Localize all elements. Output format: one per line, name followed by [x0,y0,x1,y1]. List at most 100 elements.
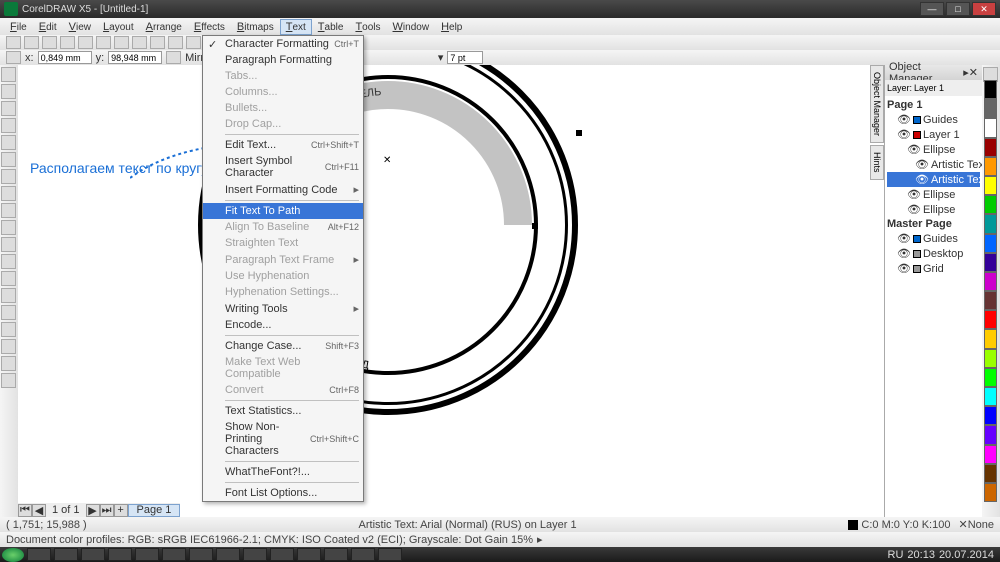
color-swatch[interactable] [984,214,997,233]
object-manager-tab[interactable]: Object Manager [870,65,884,143]
tree-node[interactable]: 👁Ellipse [887,202,980,217]
menu-view[interactable]: View [63,19,97,35]
canvas[interactable]: millimeters Й ПРЕДПРИНИМАТЕЛЬ ГОРОД НИЖН… [18,65,982,517]
menu-effects[interactable]: Effects [188,19,231,35]
taskbar-item[interactable] [351,548,375,561]
connector-tool[interactable] [1,288,16,303]
copy-icon[interactable] [96,36,111,49]
minimize-button[interactable]: — [920,2,944,16]
open-icon[interactable] [24,36,39,49]
x-input[interactable] [38,51,92,64]
color-swatch[interactable] [984,234,997,253]
redo-icon[interactable] [150,36,165,49]
selection-handle[interactable] [576,130,582,136]
menu-item-text-statistics-[interactable]: Text Statistics... [203,403,363,419]
undo-icon[interactable] [132,36,147,49]
tree-node[interactable]: 👁Layer 1 [887,127,980,142]
tree-node[interactable]: 👁Artistic Text: Ari [887,157,980,172]
selection-handle[interactable] [532,223,538,229]
shape-tool[interactable] [1,84,16,99]
color-swatch[interactable] [984,329,997,348]
next-page-button[interactable]: ▶ [86,504,100,517]
color-swatch[interactable] [984,80,997,99]
color-swatch[interactable] [984,118,997,137]
start-button[interactable] [2,548,24,562]
menu-item-font-list-options-[interactable]: Font List Options... [203,485,363,501]
taskbar-item[interactable] [81,548,105,561]
tree-node[interactable]: Page 1 [887,98,980,112]
interactive-fill-tool[interactable] [1,373,16,388]
tree-node[interactable]: 👁Artistic Text: Ari [887,172,980,187]
menu-item-paragraph-formatting[interactable]: Paragraph Formatting [203,52,363,68]
tree-node[interactable]: 👁Grid [887,261,980,276]
color-swatch[interactable] [984,195,997,214]
color-swatch[interactable] [984,387,997,406]
menu-item-character-formatting[interactable]: ✓Character FormattingCtrl+T [203,36,363,52]
tree-node[interactable]: 👁Guides [887,231,980,246]
taskbar-item[interactable] [243,548,267,561]
last-page-button[interactable]: ⏭ [100,504,114,517]
prev-page-button[interactable]: ◀ [32,504,46,517]
tree-node[interactable]: 👁Ellipse [887,142,980,157]
color-swatch[interactable] [984,253,997,272]
menu-item-insert-symbol-character[interactable]: Insert Symbol CharacterCtrl+F11 [203,153,363,181]
menu-tools[interactable]: Tools [349,19,386,35]
fill-swatch-icon[interactable] [848,520,858,530]
hints-tab[interactable]: Hints [870,145,884,180]
new-icon[interactable] [6,36,21,49]
menu-window[interactable]: Window [387,19,436,35]
export-icon[interactable] [186,36,201,49]
color-swatch[interactable] [984,272,997,291]
menu-item-edit-text-[interactable]: Edit Text...Ctrl+Shift+T [203,137,363,153]
color-swatch[interactable] [984,445,997,464]
menu-item-writing-tools[interactable]: Writing Tools▸ [203,300,363,317]
paste-icon[interactable] [114,36,129,49]
smart-fill-tool[interactable] [1,152,16,167]
color-palette[interactable] [984,80,997,502]
taskbar-item[interactable] [216,548,240,561]
page-tab[interactable]: Page 1 [128,504,181,517]
tree-node[interactable]: 👁Guides [887,112,980,127]
polygon-tool[interactable] [1,203,16,218]
color-swatch[interactable] [984,310,997,329]
taskbar-item[interactable] [54,548,78,561]
tree-node[interactable]: Master Page [887,217,980,231]
menu-item-encode-[interactable]: Encode... [203,317,363,333]
add-page-button[interactable]: + [114,504,128,517]
taskbar-item[interactable] [297,548,321,561]
menu-item-whatthefont-[interactable]: WhatTheFont?!... [203,464,363,480]
zoom-tool[interactable] [1,118,16,133]
menu-text[interactable]: Text [280,19,312,35]
menu-edit[interactable]: Edit [33,19,63,35]
crop-tool[interactable] [1,101,16,116]
object-tree[interactable]: Page 1👁Guides👁Layer 1👁Ellipse👁Artistic T… [885,96,982,517]
taskbar-item[interactable] [27,548,51,561]
fill-tool[interactable] [1,356,16,371]
y-input[interactable] [108,51,162,64]
color-swatch[interactable] [984,138,997,157]
profile-arrow-icon[interactable]: ▸ [537,533,543,546]
color-swatch[interactable] [984,349,997,368]
color-swatch[interactable] [984,368,997,387]
close-button[interactable]: ✕ [972,2,996,16]
first-page-button[interactable]: ⏮ [18,504,32,517]
menu-item-show-non-printing-characters[interactable]: Show Non-Printing CharactersCtrl+Shift+C [203,419,363,459]
taskbar-item[interactable] [189,548,213,561]
color-swatch[interactable] [984,291,997,310]
docker-close-icon[interactable]: ✕ [969,66,978,79]
color-swatch[interactable] [984,157,997,176]
color-swatch[interactable] [984,176,997,195]
system-tray[interactable]: RU 20:13 20.07.2014 [888,549,998,561]
menu-item-insert-formatting-code[interactable]: Insert Formatting Code▸ [203,181,363,198]
outline-tool[interactable] [1,339,16,354]
menu-file[interactable]: File [4,19,33,35]
tree-node[interactable]: 👁Desktop [887,246,980,261]
taskbar-item[interactable] [162,548,186,561]
color-swatch[interactable] [984,99,997,118]
presets-icon[interactable] [6,51,21,64]
ellipse-tool[interactable] [1,186,16,201]
taskbar-item[interactable] [270,548,294,561]
pick-tool[interactable] [1,67,16,82]
color-swatch[interactable] [984,425,997,444]
basic-shapes-tool[interactable] [1,220,16,235]
